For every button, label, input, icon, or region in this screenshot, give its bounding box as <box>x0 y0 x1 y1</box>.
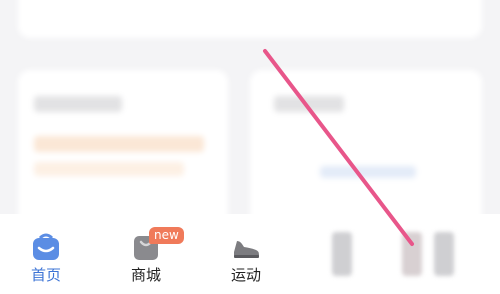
swipe-gesture-line <box>263 49 414 246</box>
